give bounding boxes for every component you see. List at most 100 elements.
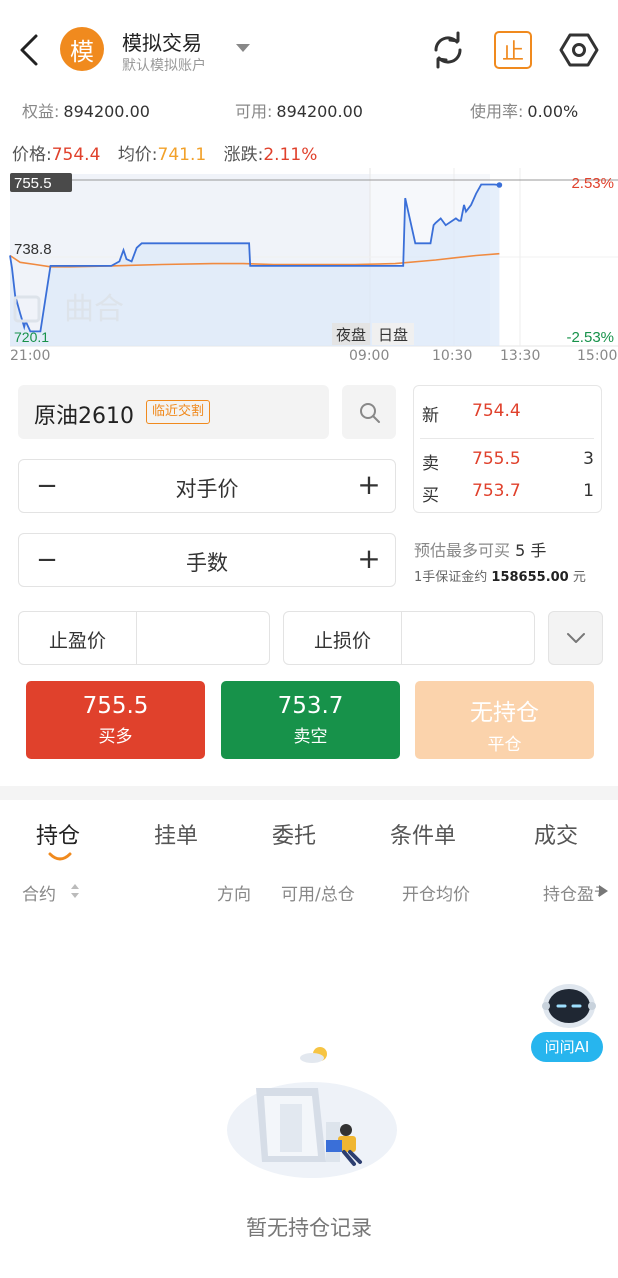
quote-ask-qty: 3 <box>583 449 594 469</box>
account-subtitle[interactable]: 默认模拟账户 <box>122 55 206 75</box>
quote-last-price: 754.4 <box>472 401 521 421</box>
time-tick-1330: 13:30 <box>500 348 541 364</box>
section-divider <box>0 786 618 800</box>
search-icon <box>360 403 380 423</box>
quote-last-row: 新 754.4 <box>422 401 594 426</box>
stop-loss-label: 止损价 <box>313 630 371 652</box>
empty-state-text: 暂无持仓记录 <box>246 1216 372 1240</box>
tab-orders[interactable]: 委托 <box>272 818 316 850</box>
time-tick-2100: 21:00 <box>10 348 51 364</box>
stop-loss-divider <box>401 612 402 664</box>
avg-value: 741.1 <box>157 145 207 165</box>
col-contract[interactable]: 合约 <box>22 880 56 905</box>
quote-ask-price: 755.5 <box>472 449 521 469</box>
price-plus-button[interactable]: + <box>357 471 381 499</box>
usage-value: 0.00% <box>527 102 579 121</box>
available-stat: 可用: 894200.00 <box>235 98 363 122</box>
sort-icon[interactable] <box>69 882 81 900</box>
col-direction: 方向 <box>217 885 251 905</box>
bottom-price-label: 720.1 <box>14 329 49 345</box>
margin-label: 1手保证金约 <box>414 570 488 585</box>
price-summary: 价格:754.4 均价:741.1 涨跌:2.11% <box>12 140 317 165</box>
top-price-label: 755.5 <box>14 175 52 192</box>
col-open-avg: 开仓均价 <box>402 885 470 905</box>
sell-price: 753.7 <box>277 693 344 719</box>
available-label: 可用: <box>235 102 273 121</box>
margin-unit: 元 <box>572 570 586 585</box>
quote-divider <box>420 438 594 439</box>
buy-long-button[interactable]: 755.5 买多 <box>26 681 205 759</box>
max-buy-estimate: 预估最多可买 5 手 <box>414 537 546 561</box>
near-delivery-badge: 临近交割 <box>146 400 211 424</box>
night-session-label: 夜盘 <box>336 326 366 344</box>
quote-ask-label: 卖 <box>422 454 439 474</box>
time-tick-1030: 10:30 <box>432 348 473 364</box>
margin-value: 158655.00 <box>491 570 569 585</box>
price-label: 价格: <box>12 145 52 165</box>
back-icon[interactable] <box>14 30 48 70</box>
time-tick-0900: 09:00 <box>349 348 390 364</box>
stop-icon[interactable]: 止 <box>494 31 532 69</box>
app-logo: 模 <box>60 27 104 71</box>
tab-trades[interactable]: 成交 <box>534 818 578 850</box>
stop-loss-field[interactable]: 止损价 <box>283 611 535 665</box>
equity-stat: 权益: 894200.00 <box>22 98 150 122</box>
time-tick-1500: 15:00 <box>577 348 618 364</box>
empty-state-illustration <box>227 1047 397 1178</box>
usage-stat: 使用率: 0.00% <box>470 98 578 122</box>
take-profit-label: 止盈价 <box>48 630 106 652</box>
ask-ai-button[interactable]: 问问AI <box>531 1032 603 1062</box>
scroll-right-icon[interactable] <box>599 885 608 897</box>
price-value: 754.4 <box>51 145 101 165</box>
buy-price: 755.5 <box>82 693 149 719</box>
close-label: 平仓 <box>487 735 522 755</box>
margin-estimate: 1手保证金约 158655.00 元 <box>414 566 586 585</box>
settings-icon[interactable] <box>559 30 599 70</box>
chevron-down-icon <box>567 633 585 643</box>
change-value: 2.11% <box>263 145 318 165</box>
sell-short-button[interactable]: 753.7 卖空 <box>221 681 400 759</box>
buy-label: 买多 <box>98 727 133 747</box>
watermark-text: 曲合 <box>64 292 124 327</box>
page-title[interactable]: 模拟交易 <box>122 27 202 56</box>
col-available-total: 可用/总仓 <box>281 885 355 905</box>
refresh-icon[interactable] <box>428 30 468 70</box>
available-value: 894200.00 <box>276 102 363 121</box>
close-position-button[interactable]: 无持仓 平仓 <box>415 681 594 759</box>
quote-bid-label: 买 <box>422 486 439 506</box>
tab-pending[interactable]: 挂单 <box>154 818 198 850</box>
col-position-pnl: 持仓盈亏 <box>543 885 599 905</box>
equity-value: 894200.00 <box>63 102 150 121</box>
estimate-unit: 手 <box>530 541 547 560</box>
quantity-input[interactable]: 手数 <box>19 547 395 577</box>
ai-assistant-icon[interactable] <box>538 978 600 1030</box>
quote-bid-qty: 1 <box>583 481 594 501</box>
intraday-chart[interactable]: 755.5 738.8 720.1 2.53% -2.53% 曲合 夜盘 日盘 <box>8 168 618 368</box>
take-profit-field[interactable]: 止盈价 <box>18 611 270 665</box>
caret-down-icon[interactable] <box>236 44 250 52</box>
quote-ask-row[interactable]: 卖 755.5 3 <box>422 449 594 474</box>
day-session-label: 日盘 <box>378 326 408 344</box>
price-type-label[interactable]: 对手价 <box>19 473 395 503</box>
contract-name[interactable]: 原油2610 <box>34 398 134 430</box>
change-label: 涨跌: <box>223 145 264 165</box>
quote-last-label: 新 <box>422 406 439 426</box>
estimate-max-qty: 5 <box>515 541 526 560</box>
tab-positions[interactable]: 持仓 <box>36 818 80 850</box>
sell-label: 卖空 <box>293 727 328 747</box>
contract-search-button[interactable] <box>342 385 396 439</box>
equity-label: 权益: <box>22 102 60 121</box>
quantity-stepper[interactable]: − 手数 + <box>18 533 396 587</box>
quote-bid-row[interactable]: 买 753.7 1 <box>422 481 594 506</box>
last-price-dot <box>496 182 503 188</box>
price-type-stepper[interactable]: − 对手价 + <box>18 459 396 513</box>
top-percent-label: 2.53% <box>571 175 614 192</box>
expand-button[interactable] <box>548 611 603 665</box>
active-tab-indicator <box>48 852 72 861</box>
close-title: 无持仓 <box>470 700 539 726</box>
estimate-prefix: 预估最多可买 <box>414 541 511 560</box>
bottom-percent-label: -2.53% <box>566 329 614 346</box>
tab-conditional[interactable]: 条件单 <box>390 818 456 850</box>
quantity-plus-button[interactable]: + <box>357 545 381 573</box>
quote-bid-price: 753.7 <box>472 481 521 501</box>
